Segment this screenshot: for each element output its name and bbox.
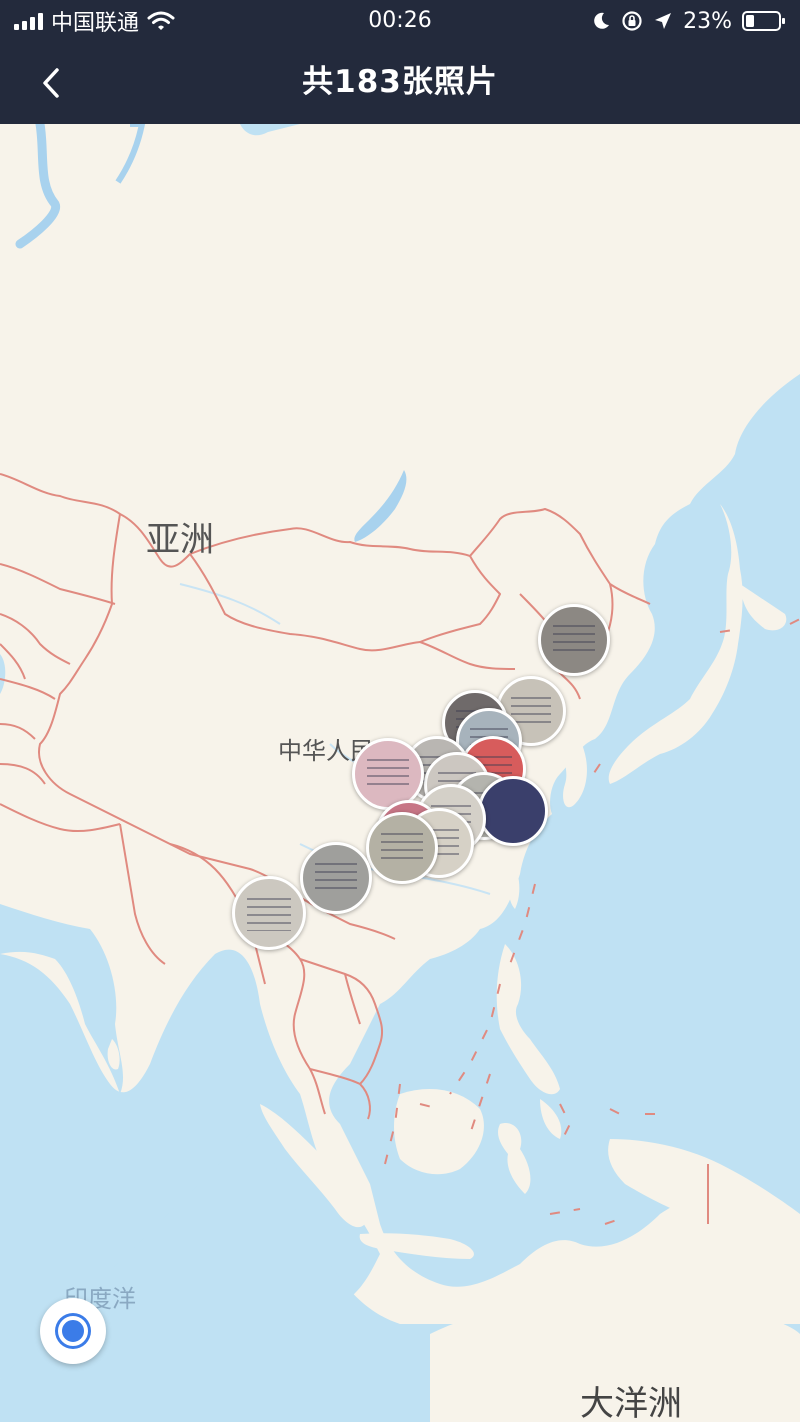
status-bar: 中国联通 00:26 23% xyxy=(0,0,800,42)
photo-pin[interactable] xyxy=(478,776,548,846)
photo-map[interactable]: 亚洲 中华人民 印度洋 大洋洲 xyxy=(0,124,800,1422)
photo-pin[interactable] xyxy=(352,738,424,810)
photo-pin[interactable] xyxy=(366,812,438,884)
battery-label: 23% xyxy=(683,8,732,34)
rotation-lock-icon xyxy=(622,11,642,31)
label-oceania: 大洋洲 xyxy=(580,1384,682,1422)
battery-icon xyxy=(742,11,785,31)
nav-bar: 共183张照片 xyxy=(0,42,800,124)
page-title: 共183张照片 xyxy=(302,64,498,100)
location-arrow-icon xyxy=(655,13,672,29)
photo-pin[interactable] xyxy=(300,842,372,914)
moon-icon xyxy=(594,12,610,29)
locate-me-button[interactable] xyxy=(40,1298,106,1364)
locate-me-icon xyxy=(58,1316,88,1346)
photo-pin[interactable] xyxy=(232,876,306,950)
photo-pin[interactable] xyxy=(538,604,610,676)
status-right: 23% xyxy=(591,6,786,36)
label-asia: 亚洲 xyxy=(146,520,214,560)
